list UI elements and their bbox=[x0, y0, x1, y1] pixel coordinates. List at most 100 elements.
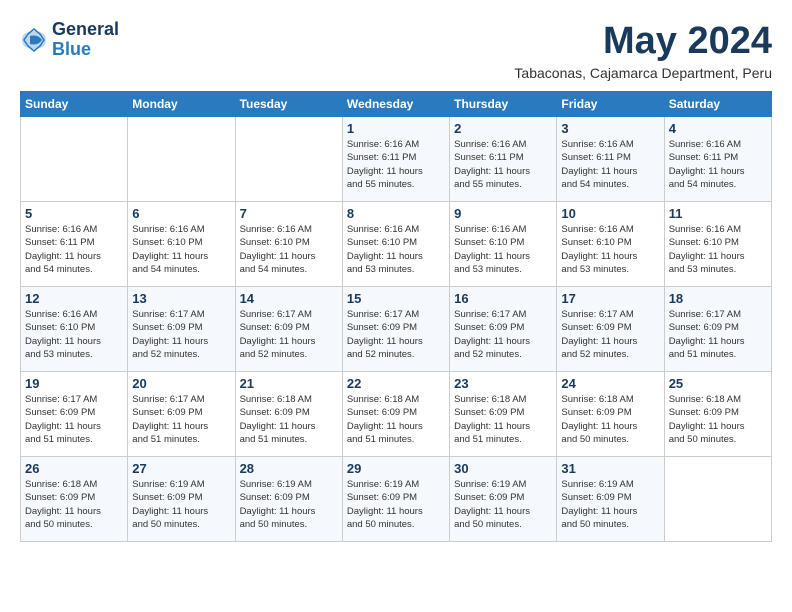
day-number: 31 bbox=[561, 461, 659, 476]
day-number: 3 bbox=[561, 121, 659, 136]
weekday-header: Thursday bbox=[450, 92, 557, 117]
calendar-body: 1 Sunrise: 6:16 AM Sunset: 6:11 PM Daylig… bbox=[21, 117, 772, 542]
day-info: Sunrise: 6:16 AM Sunset: 6:10 PM Dayligh… bbox=[132, 223, 230, 276]
calendar-cell: 6 Sunrise: 6:16 AM Sunset: 6:10 PM Daylig… bbox=[128, 202, 235, 287]
day-number: 1 bbox=[347, 121, 445, 136]
day-info: Sunrise: 6:16 AM Sunset: 6:11 PM Dayligh… bbox=[347, 138, 445, 191]
title-block: May 2024 Tabaconas, Cajamarca Department… bbox=[514, 20, 772, 81]
day-info: Sunrise: 6:18 AM Sunset: 6:09 PM Dayligh… bbox=[561, 393, 659, 446]
day-number: 7 bbox=[240, 206, 338, 221]
day-number: 10 bbox=[561, 206, 659, 221]
day-number: 9 bbox=[454, 206, 552, 221]
page-header: General Blue May 2024 Tabaconas, Cajamar… bbox=[20, 20, 772, 81]
calendar-cell bbox=[128, 117, 235, 202]
calendar-cell: 25 Sunrise: 6:18 AM Sunset: 6:09 PM Dayli… bbox=[664, 372, 771, 457]
day-info: Sunrise: 6:16 AM Sunset: 6:11 PM Dayligh… bbox=[561, 138, 659, 191]
month-year: May 2024 bbox=[514, 20, 772, 63]
calendar-cell: 8 Sunrise: 6:16 AM Sunset: 6:10 PM Daylig… bbox=[342, 202, 449, 287]
calendar-week-row: 26 Sunrise: 6:18 AM Sunset: 6:09 PM Dayli… bbox=[21, 457, 772, 542]
calendar-cell: 28 Sunrise: 6:19 AM Sunset: 6:09 PM Dayli… bbox=[235, 457, 342, 542]
weekday-header: Monday bbox=[128, 92, 235, 117]
weekday-header: Friday bbox=[557, 92, 664, 117]
day-info: Sunrise: 6:17 AM Sunset: 6:09 PM Dayligh… bbox=[669, 308, 767, 361]
day-number: 23 bbox=[454, 376, 552, 391]
day-info: Sunrise: 6:17 AM Sunset: 6:09 PM Dayligh… bbox=[561, 308, 659, 361]
calendar-week-row: 5Sunrise: 6:16 AM Sunset: 6:11 PM Daylig… bbox=[21, 202, 772, 287]
calendar-cell: 11 Sunrise: 6:16 AM Sunset: 6:10 PM Dayli… bbox=[664, 202, 771, 287]
day-number: 30 bbox=[454, 461, 552, 476]
weekday-header: Saturday bbox=[664, 92, 771, 117]
day-number: 8 bbox=[347, 206, 445, 221]
calendar-cell bbox=[235, 117, 342, 202]
day-info: Sunrise: 6:19 AM Sunset: 6:09 PM Dayligh… bbox=[561, 478, 659, 531]
day-number: 13 bbox=[132, 291, 230, 306]
day-number: 24 bbox=[561, 376, 659, 391]
day-info: Sunrise: 6:18 AM Sunset: 6:09 PM Dayligh… bbox=[25, 478, 123, 531]
day-number: 2 bbox=[454, 121, 552, 136]
day-number: 17 bbox=[561, 291, 659, 306]
calendar-week-row: 12Sunrise: 6:16 AM Sunset: 6:10 PM Dayli… bbox=[21, 287, 772, 372]
calendar-cell: 13Sunrise: 6:17 AM Sunset: 6:09 PM Dayli… bbox=[128, 287, 235, 372]
logo-icon bbox=[20, 26, 48, 54]
calendar-cell: 20 Sunrise: 6:17 AM Sunset: 6:09 PM Dayli… bbox=[128, 372, 235, 457]
day-info: Sunrise: 6:17 AM Sunset: 6:09 PM Dayligh… bbox=[25, 393, 123, 446]
day-number: 29 bbox=[347, 461, 445, 476]
calendar-cell: 14Sunrise: 6:17 AM Sunset: 6:09 PM Dayli… bbox=[235, 287, 342, 372]
day-info: Sunrise: 6:19 AM Sunset: 6:09 PM Dayligh… bbox=[454, 478, 552, 531]
calendar-cell: 5Sunrise: 6:16 AM Sunset: 6:11 PM Daylig… bbox=[21, 202, 128, 287]
day-info: Sunrise: 6:18 AM Sunset: 6:09 PM Dayligh… bbox=[454, 393, 552, 446]
day-info: Sunrise: 6:16 AM Sunset: 6:11 PM Dayligh… bbox=[669, 138, 767, 191]
calendar-cell: 3 Sunrise: 6:16 AM Sunset: 6:11 PM Daylig… bbox=[557, 117, 664, 202]
day-info: Sunrise: 6:17 AM Sunset: 6:09 PM Dayligh… bbox=[132, 393, 230, 446]
day-info: Sunrise: 6:19 AM Sunset: 6:09 PM Dayligh… bbox=[240, 478, 338, 531]
calendar-cell: 26 Sunrise: 6:18 AM Sunset: 6:09 PM Dayli… bbox=[21, 457, 128, 542]
calendar-cell: 10Sunrise: 6:16 AM Sunset: 6:10 PM Dayli… bbox=[557, 202, 664, 287]
day-info: Sunrise: 6:19 AM Sunset: 6:09 PM Dayligh… bbox=[347, 478, 445, 531]
calendar-cell: 7 Sunrise: 6:16 AM Sunset: 6:10 PM Daylig… bbox=[235, 202, 342, 287]
day-info: Sunrise: 6:17 AM Sunset: 6:09 PM Dayligh… bbox=[347, 308, 445, 361]
day-info: Sunrise: 6:16 AM Sunset: 6:10 PM Dayligh… bbox=[669, 223, 767, 276]
day-number: 25 bbox=[669, 376, 767, 391]
calendar-cell: 17 Sunrise: 6:17 AM Sunset: 6:09 PM Dayli… bbox=[557, 287, 664, 372]
day-number: 16 bbox=[454, 291, 552, 306]
calendar-cell bbox=[21, 117, 128, 202]
location: Tabaconas, Cajamarca Department, Peru bbox=[514, 65, 772, 81]
logo: General Blue bbox=[20, 20, 119, 60]
day-info: Sunrise: 6:17 AM Sunset: 6:09 PM Dayligh… bbox=[240, 308, 338, 361]
day-number: 21 bbox=[240, 376, 338, 391]
day-number: 27 bbox=[132, 461, 230, 476]
day-info: Sunrise: 6:19 AM Sunset: 6:09 PM Dayligh… bbox=[132, 478, 230, 531]
day-info: Sunrise: 6:16 AM Sunset: 6:10 PM Dayligh… bbox=[347, 223, 445, 276]
day-number: 11 bbox=[669, 206, 767, 221]
calendar-cell: 21Sunrise: 6:18 AM Sunset: 6:09 PM Dayli… bbox=[235, 372, 342, 457]
day-number: 4 bbox=[669, 121, 767, 136]
day-info: Sunrise: 6:16 AM Sunset: 6:10 PM Dayligh… bbox=[25, 308, 123, 361]
calendar-cell: 31 Sunrise: 6:19 AM Sunset: 6:09 PM Dayli… bbox=[557, 457, 664, 542]
weekday-header: Tuesday bbox=[235, 92, 342, 117]
calendar-cell: 29 Sunrise: 6:19 AM Sunset: 6:09 PM Dayli… bbox=[342, 457, 449, 542]
logo-text: General Blue bbox=[52, 20, 119, 60]
calendar-week-row: 19 Sunrise: 6:17 AM Sunset: 6:09 PM Dayli… bbox=[21, 372, 772, 457]
day-number: 20 bbox=[132, 376, 230, 391]
day-number: 28 bbox=[240, 461, 338, 476]
calendar-cell: 1 Sunrise: 6:16 AM Sunset: 6:11 PM Daylig… bbox=[342, 117, 449, 202]
day-info: Sunrise: 6:16 AM Sunset: 6:11 PM Dayligh… bbox=[454, 138, 552, 191]
day-number: 19 bbox=[25, 376, 123, 391]
day-number: 26 bbox=[25, 461, 123, 476]
day-info: Sunrise: 6:18 AM Sunset: 6:09 PM Dayligh… bbox=[347, 393, 445, 446]
day-info: Sunrise: 6:16 AM Sunset: 6:10 PM Dayligh… bbox=[240, 223, 338, 276]
calendar-cell: 4 Sunrise: 6:16 AM Sunset: 6:11 PM Daylig… bbox=[664, 117, 771, 202]
day-number: 5 bbox=[25, 206, 123, 221]
day-info: Sunrise: 6:17 AM Sunset: 6:09 PM Dayligh… bbox=[454, 308, 552, 361]
calendar-cell: 9 Sunrise: 6:16 AM Sunset: 6:10 PM Daylig… bbox=[450, 202, 557, 287]
calendar-cell bbox=[664, 457, 771, 542]
day-number: 6 bbox=[132, 206, 230, 221]
calendar-week-row: 1 Sunrise: 6:16 AM Sunset: 6:11 PM Daylig… bbox=[21, 117, 772, 202]
calendar-cell: 27 Sunrise: 6:19 AM Sunset: 6:09 PM Dayli… bbox=[128, 457, 235, 542]
calendar-cell: 30 Sunrise: 6:19 AM Sunset: 6:09 PM Dayli… bbox=[450, 457, 557, 542]
day-number: 18 bbox=[669, 291, 767, 306]
day-number: 22 bbox=[347, 376, 445, 391]
logo-line2: Blue bbox=[52, 40, 119, 60]
day-info: Sunrise: 6:18 AM Sunset: 6:09 PM Dayligh… bbox=[669, 393, 767, 446]
day-info: Sunrise: 6:16 AM Sunset: 6:10 PM Dayligh… bbox=[454, 223, 552, 276]
